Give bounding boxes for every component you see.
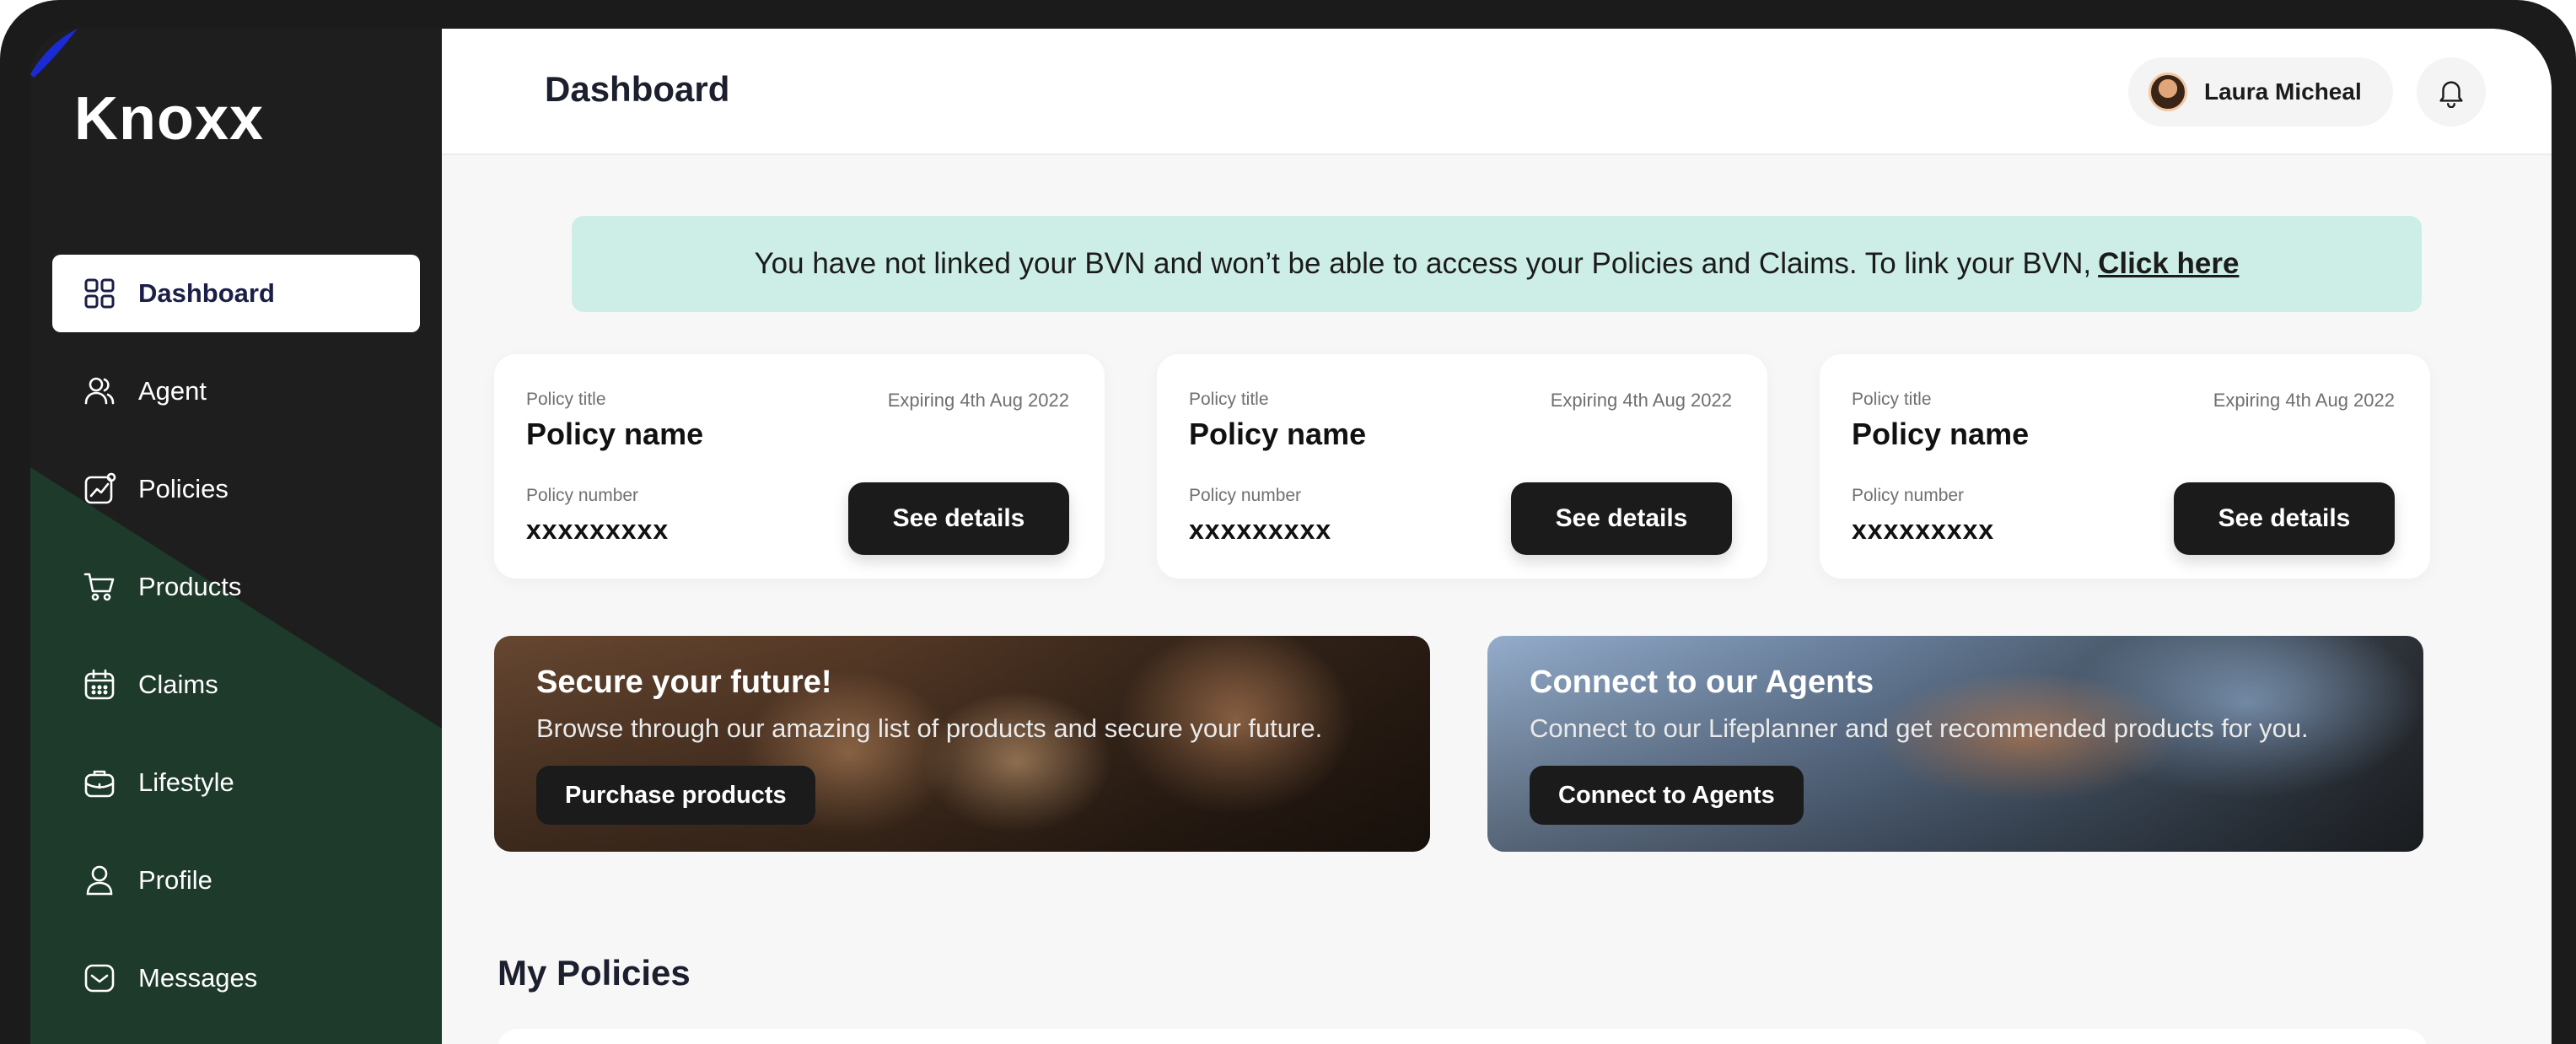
see-details-button[interactable]: See details [848,482,1069,555]
sidebar-item-label: Dashboard [138,278,275,308]
policy-number-label: Policy number [1189,486,1302,505]
cart-icon [83,570,116,604]
policy-number: xxxxxxxxx [1189,514,1332,545]
purchase-products-button[interactable]: Purchase products [536,766,815,825]
user-menu[interactable]: Laura Micheal [2128,57,2393,126]
sidebar-item-claims[interactable]: Claims [52,646,420,724]
my-policies-list [497,1029,2427,1044]
policy-title-label: Policy title [1189,390,1269,409]
policy-number-label: Policy number [526,486,639,505]
sidebar-item-label: Products [138,572,242,601]
policy-expiry: Expiring 4th Aug 2022 [1550,390,1732,411]
policy-name: Policy name [1852,417,2030,451]
policy-name: Policy name [526,417,704,451]
notifications-button[interactable] [2417,57,2486,126]
briefcase-icon [83,766,116,799]
avatar [2148,73,2187,111]
app-screen: Knoxx Dashboard Agent Policies Products … [30,29,2552,1044]
brand-logo: Knoxx [74,85,265,153]
logo-mark-icon [30,29,78,78]
users-icon [83,374,116,408]
main-content: Dashboard Laura Micheal You have not lin… [442,29,2552,1044]
promo-card-agents: Connect to our Agents Connect to our Lif… [1487,636,2423,852]
promo-title: Secure your future! [536,665,832,700]
sidebar-item-policies[interactable]: Policies [52,450,420,528]
policy-title-label: Policy title [526,390,606,409]
policy-expiry: Expiring 4th Aug 2022 [887,390,1069,411]
bell-icon [2439,81,2463,108]
top-bar: Dashboard Laura Micheal [442,29,2552,155]
calendar-icon [83,668,116,702]
sidebar-item-profile[interactable]: Profile [52,842,420,919]
promo-title: Connect to our Agents [1530,665,1874,700]
policy-expiry: Expiring 4th Aug 2022 [2213,390,2395,411]
promo-subtitle: Connect to our Lifeplanner and get recom… [1530,713,2309,743]
grid-icon [83,277,116,310]
promo-subtitle: Browse through our amazing list of produ… [536,713,1323,743]
connect-to-agents-button[interactable]: Connect to Agents [1530,766,1804,825]
sidebar-item-label: Agent [138,376,207,406]
banner-text: You have not linked your BVN and won’t b… [754,247,2092,280]
see-details-button[interactable]: See details [2174,482,2395,555]
policy-card: Policy title Expiring 4th Aug 2022 Polic… [1820,354,2430,579]
user-name: Laura Micheal [2204,78,2362,105]
device-frame: Knoxx Dashboard Agent Policies Products … [0,0,2576,1044]
my-policies-heading: My Policies [497,953,691,993]
policy-card: Policy title Expiring 4th Aug 2022 Polic… [494,354,1105,579]
sidebar-item-label: Lifestyle [138,767,234,797]
policy-name: Policy name [1189,417,1367,451]
policy-title-label: Policy title [1852,390,1932,409]
see-details-button[interactable]: See details [1511,482,1732,555]
sidebar-item-label: Profile [138,865,212,895]
sidebar-item-label: Policies [138,474,229,503]
policy-number: xxxxxxxxx [526,514,670,545]
sidebar-item-messages[interactable]: Messages [52,939,420,1017]
policy-number: xxxxxxxxx [1852,514,1995,545]
sidebar-item-dashboard[interactable]: Dashboard [52,255,420,332]
sidebar-item-label: Messages [138,963,258,993]
sidebar-item-products[interactable]: Products [52,548,420,626]
user-icon [83,864,116,897]
policy-card: Policy title Expiring 4th Aug 2022 Polic… [1157,354,1767,579]
promo-card-products: Secure your future! Browse through our a… [494,636,1430,852]
sidebar-item-agent[interactable]: Agent [52,352,420,430]
policy-number-label: Policy number [1852,486,1965,505]
page-title: Dashboard [545,69,730,109]
sidebar-item-lifestyle[interactable]: Lifestyle [52,744,420,821]
mail-icon [83,961,116,995]
sidebar-nav: Dashboard Agent Policies Products Claims… [52,255,420,1037]
bvn-warning-banner: You have not linked your BVN and won’t b… [572,216,2422,312]
chart-icon [83,472,116,506]
link-bvn-link[interactable]: Click here [2098,247,2239,281]
sidebar: Knoxx Dashboard Agent Policies Products … [30,29,442,1044]
sidebar-item-label: Claims [138,670,218,699]
